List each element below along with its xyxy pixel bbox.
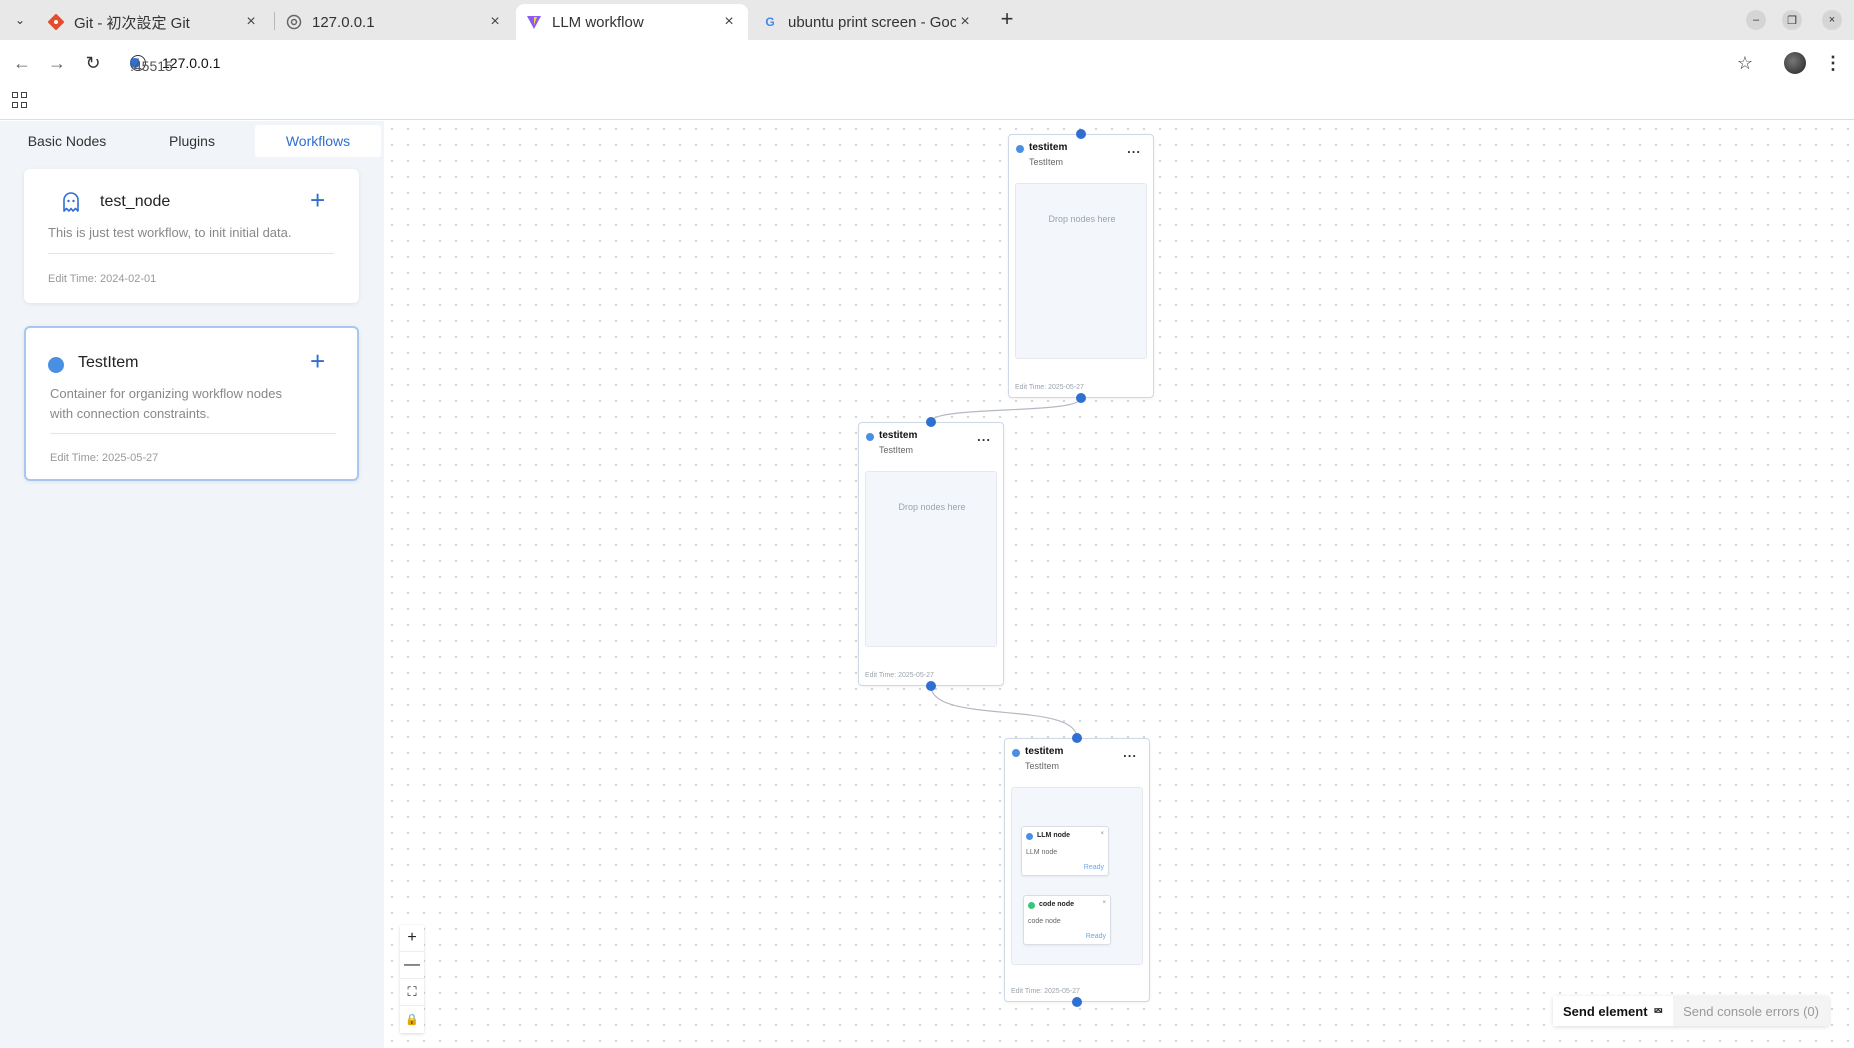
drop-zone-hint: Drop nodes here (1048, 214, 1116, 224)
node-title: testitem (1029, 142, 1068, 153)
node-input-port[interactable] (926, 417, 936, 427)
node-drop-zone[interactable]: Drop nodes here (865, 471, 997, 647)
container-node[interactable]: testitem TestItem ... Drop nodes here Ed… (858, 422, 1004, 686)
node-title: testitem (1025, 746, 1064, 757)
edge-1 (930, 397, 1082, 423)
zoom-controls: + — ⛶ 🔒 (400, 925, 424, 1033)
node-output-port[interactable] (1076, 393, 1086, 403)
container-node[interactable]: testitem TestItem ... LLM node × LLM nod… (1004, 738, 1150, 1002)
node-status-dot (1016, 145, 1024, 153)
cursor-icon: ⮹ (1653, 1003, 1664, 1018)
node-more-icon[interactable]: ... (977, 429, 991, 444)
node-status-dot (1012, 749, 1020, 757)
mini-node-title: LLM node (1037, 832, 1071, 839)
node-subtitle: TestItem (1029, 157, 1064, 167)
zoom-in-icon[interactable]: + (400, 925, 424, 952)
node-output-port[interactable] (926, 681, 936, 691)
code-node[interactable]: code node × code node Ready (1023, 895, 1111, 945)
node-subtitle: TestItem (879, 445, 914, 455)
llm-node-dot (1026, 833, 1033, 840)
llm-node[interactable]: LLM node × LLM node Ready (1021, 826, 1109, 876)
node-edit-time: Edit Time: 2025-05-27 (1011, 988, 1080, 995)
container-node[interactable]: testitem TestItem ... Drop nodes here Ed… (1008, 134, 1154, 398)
mini-node-title: code node (1039, 901, 1075, 908)
send-element-label: Send element (1563, 1003, 1648, 1019)
mini-node-close-icon[interactable]: × (1102, 900, 1106, 906)
node-edit-time: Edit Time: 2025-05-27 (1015, 384, 1084, 391)
send-console-errors-button[interactable]: Send console errors (0) (1673, 996, 1829, 1026)
mini-node-close-icon[interactable]: × (1100, 831, 1104, 837)
node-status-dot (866, 433, 874, 441)
edge-2 (930, 685, 1078, 739)
devtools-bar: Send element ⮹ Send console errors (0) (1553, 996, 1829, 1026)
mini-node-status: Ready (1085, 933, 1106, 940)
drop-zone-hint: Drop nodes here (898, 502, 966, 512)
zoom-out-icon[interactable]: — (400, 952, 424, 979)
mini-node-text: LLM node (1026, 849, 1058, 856)
node-more-icon[interactable]: ... (1127, 141, 1141, 156)
node-drop-zone[interactable]: LLM node × LLM node Ready code node × co… (1011, 787, 1143, 965)
code-node-dot (1028, 902, 1035, 909)
fit-view-icon[interactable]: ⛶ (400, 979, 424, 1006)
mini-node-status: Ready (1083, 864, 1104, 871)
node-title: testitem (879, 430, 918, 441)
node-edit-time: Edit Time: 2025-05-27 (865, 672, 934, 679)
node-input-port[interactable] (1076, 129, 1086, 139)
node-output-port[interactable] (1072, 997, 1082, 1007)
mini-node-text: code node (1028, 918, 1061, 925)
node-more-icon[interactable]: ... (1123, 745, 1137, 760)
send-element-button[interactable]: Send element ⮹ (1553, 996, 1674, 1026)
node-subtitle: TestItem (1025, 761, 1060, 771)
lock-icon[interactable]: 🔒 (400, 1006, 424, 1033)
node-input-port[interactable] (1072, 733, 1082, 743)
node-drop-zone[interactable]: Drop nodes here (1015, 183, 1147, 359)
